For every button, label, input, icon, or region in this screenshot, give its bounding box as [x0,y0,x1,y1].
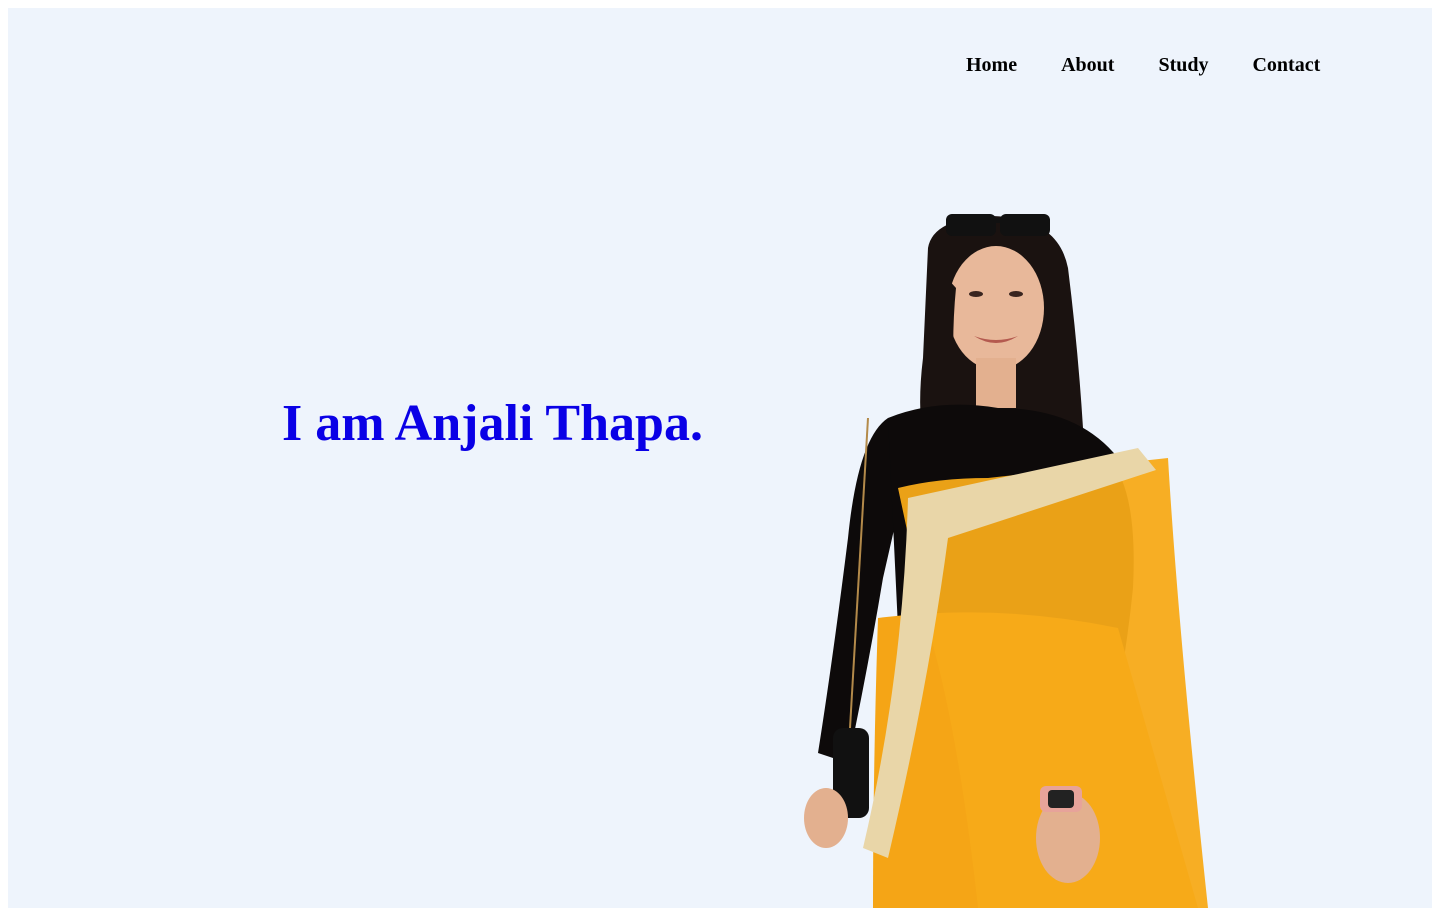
hero-title: I am Anjali Thapa. [282,395,703,452]
nav-home[interactable]: Home [944,50,1039,80]
portrait-photo [804,214,1208,908]
nav-study[interactable]: Study [1136,50,1230,80]
face [948,246,1044,370]
nav-about[interactable]: About [1039,50,1136,80]
main-nav: Home About Study Contact [944,50,1342,80]
nav-contact[interactable]: Contact [1230,50,1342,80]
page: Home About Study Contact I am Anjali Tha… [8,8,1432,908]
